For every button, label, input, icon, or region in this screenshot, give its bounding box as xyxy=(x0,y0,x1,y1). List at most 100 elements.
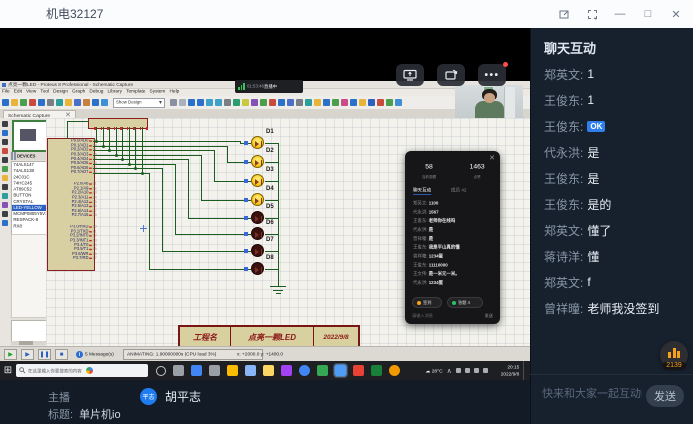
toolbar-icon xyxy=(47,99,54,106)
mcu-pin-group-p3: P3.0/RXD10P3.1/TXD11P3.2/INT012P3.3/INT1… xyxy=(49,225,103,261)
mode-toolbar-icon xyxy=(2,166,8,172)
host-name: 胡平志 xyxy=(165,388,201,405)
teacher-webcam-thumbnail[interactable] xyxy=(455,85,523,118)
wire-segment xyxy=(96,127,97,141)
led-d5 xyxy=(251,211,264,224)
gift-points-badge[interactable]: 2139 xyxy=(660,341,688,369)
window-controls: — □ ✕ xyxy=(557,0,683,28)
network-icon xyxy=(465,368,470,373)
pin-terminal xyxy=(89,188,92,189)
toolbar-icon xyxy=(359,99,366,106)
screen-share-video[interactable]: 点亮一颗LED - Proteus 8 Professional - Schem… xyxy=(0,28,530,352)
taskbar-search-box: 在这里输入你要搜索的内容 xyxy=(16,364,148,377)
led-d4 xyxy=(251,193,264,206)
wire-segment xyxy=(67,121,68,139)
chat-input[interactable] xyxy=(540,387,644,401)
pill-dot-icon xyxy=(417,301,421,305)
menu-item: Tool xyxy=(40,89,49,94)
toolbar-icon xyxy=(74,99,81,106)
taskbar-app-icon xyxy=(317,365,328,376)
toolbar-icon xyxy=(278,99,285,106)
pin-terminal xyxy=(89,193,92,194)
toolbar-icon xyxy=(11,99,18,106)
toolbar-icon xyxy=(215,99,222,106)
toolbar-icon xyxy=(395,99,402,106)
toolbar-icon xyxy=(251,99,258,106)
respack-pin xyxy=(127,127,129,130)
wire-segment xyxy=(270,286,286,287)
devices-list: 74ALS14774ALS13824C01C74HC245AT89C52BUTT… xyxy=(11,161,47,235)
overlay-pill: 答题 4 xyxy=(447,297,483,308)
mode-toolbar-icon xyxy=(2,184,8,190)
wire-junction xyxy=(115,154,118,157)
minimize-icon[interactable]: — xyxy=(613,7,627,21)
host-label: 主播 xyxy=(48,389,70,405)
toolbar-icon xyxy=(188,99,195,106)
stream-title-value: 单片机io xyxy=(79,406,121,422)
send-button[interactable]: 发送 xyxy=(646,385,684,407)
chat-sender: 郑英文: xyxy=(544,274,583,291)
wire-segment xyxy=(142,127,143,173)
led-d6 xyxy=(251,227,264,240)
fullscreen-icon[interactable] xyxy=(585,7,599,21)
maximize-icon[interactable]: □ xyxy=(641,7,655,21)
chat-text: OK xyxy=(587,121,605,132)
signal-icon xyxy=(238,83,245,90)
wire-segment xyxy=(175,234,244,235)
chat-message: 蒋诗洋: 懂 xyxy=(544,250,689,262)
pin-terminal xyxy=(89,253,92,254)
pin-terminal xyxy=(89,236,92,237)
led-label: D3 xyxy=(266,167,274,173)
led-label: D2 xyxy=(266,148,274,154)
overlay-message: 曾祥曈: 1234蛋 xyxy=(413,252,498,261)
toolbar-icon xyxy=(170,99,177,106)
taskbar-app-icon xyxy=(371,365,382,376)
mcu-pin-row: P2.7/A1528 xyxy=(49,213,103,217)
chat-sender: 郑英文: xyxy=(544,66,583,83)
pin-terminal xyxy=(89,197,92,198)
tray-expand-icon: ∧ xyxy=(447,367,452,375)
popout-icon[interactable] xyxy=(557,7,571,21)
wire-segment xyxy=(67,121,89,122)
pin-terminal xyxy=(89,184,92,185)
pin-terminal xyxy=(89,227,92,228)
respack-pin xyxy=(107,127,109,130)
rotate-screen-button[interactable] xyxy=(437,64,465,86)
live-duration: 01:53:46 xyxy=(247,84,264,88)
chat-message: 王俊东: OK xyxy=(544,120,689,132)
toolbar-icon xyxy=(350,99,357,106)
host-info-row: 主播 平志 胡平志 xyxy=(48,388,201,405)
share-screen-button[interactable] xyxy=(396,64,424,86)
windows-taskbar: ⊞ 在这里输入你要搜索的内容 ☁28°C ∧ 20:15 2022/9/8 xyxy=(0,361,530,380)
simulation-pause-button: ❚❚ xyxy=(38,349,51,360)
chat-sender: 郑英文: xyxy=(544,222,583,239)
pin-terminal xyxy=(89,231,92,232)
search-placeholder: 在这里输入你要搜索的内容 xyxy=(28,367,82,373)
wire-segment xyxy=(116,127,117,155)
toolbar-icon xyxy=(305,99,312,106)
mode-toolbar-icon xyxy=(2,175,8,181)
devices-label: DEVICES xyxy=(17,154,35,158)
wire-segment xyxy=(276,293,281,294)
schematic-titleblock: 工程名 点亮一颗LED 2022/9/8 xyxy=(178,325,360,346)
toolbar-icon xyxy=(323,99,330,106)
mode-toolbar-icon xyxy=(2,139,8,145)
stream-title-label: 标题: xyxy=(48,406,73,422)
object-selector-panel: DEVICES 74ALS14774ALS13824C01C74HC245AT8… xyxy=(10,118,46,346)
led-label: D1 xyxy=(266,129,274,135)
toolbar-icon xyxy=(2,99,9,106)
led-d8 xyxy=(251,262,264,275)
close-icon[interactable]: ✕ xyxy=(669,7,683,21)
proteus-menubar: FileEditViewToolDesignGraphDebugLibraryT… xyxy=(2,89,179,94)
more-options-button[interactable]: ••• xyxy=(478,64,506,86)
respack-pin xyxy=(101,127,103,130)
host-avatar[interactable]: 平志 xyxy=(140,388,157,405)
taskbar-app-icon xyxy=(389,365,400,376)
overlay-stats: 58当前观看1463点赞 xyxy=(405,163,500,183)
titleblock-project-name: 点亮一颗LED xyxy=(231,327,314,346)
menu-item: View xyxy=(26,89,36,94)
window-titlebar: 机电32127 — □ ✕ xyxy=(0,0,693,29)
toolbar-icon xyxy=(29,99,36,106)
chat-message: 王俊东: 是的 xyxy=(544,198,689,210)
overlay-message-list: 郑英文: 1100代永洪: 1567王俊东: 老师你在线吗代永洪: 是曾祥曈: … xyxy=(413,199,498,287)
